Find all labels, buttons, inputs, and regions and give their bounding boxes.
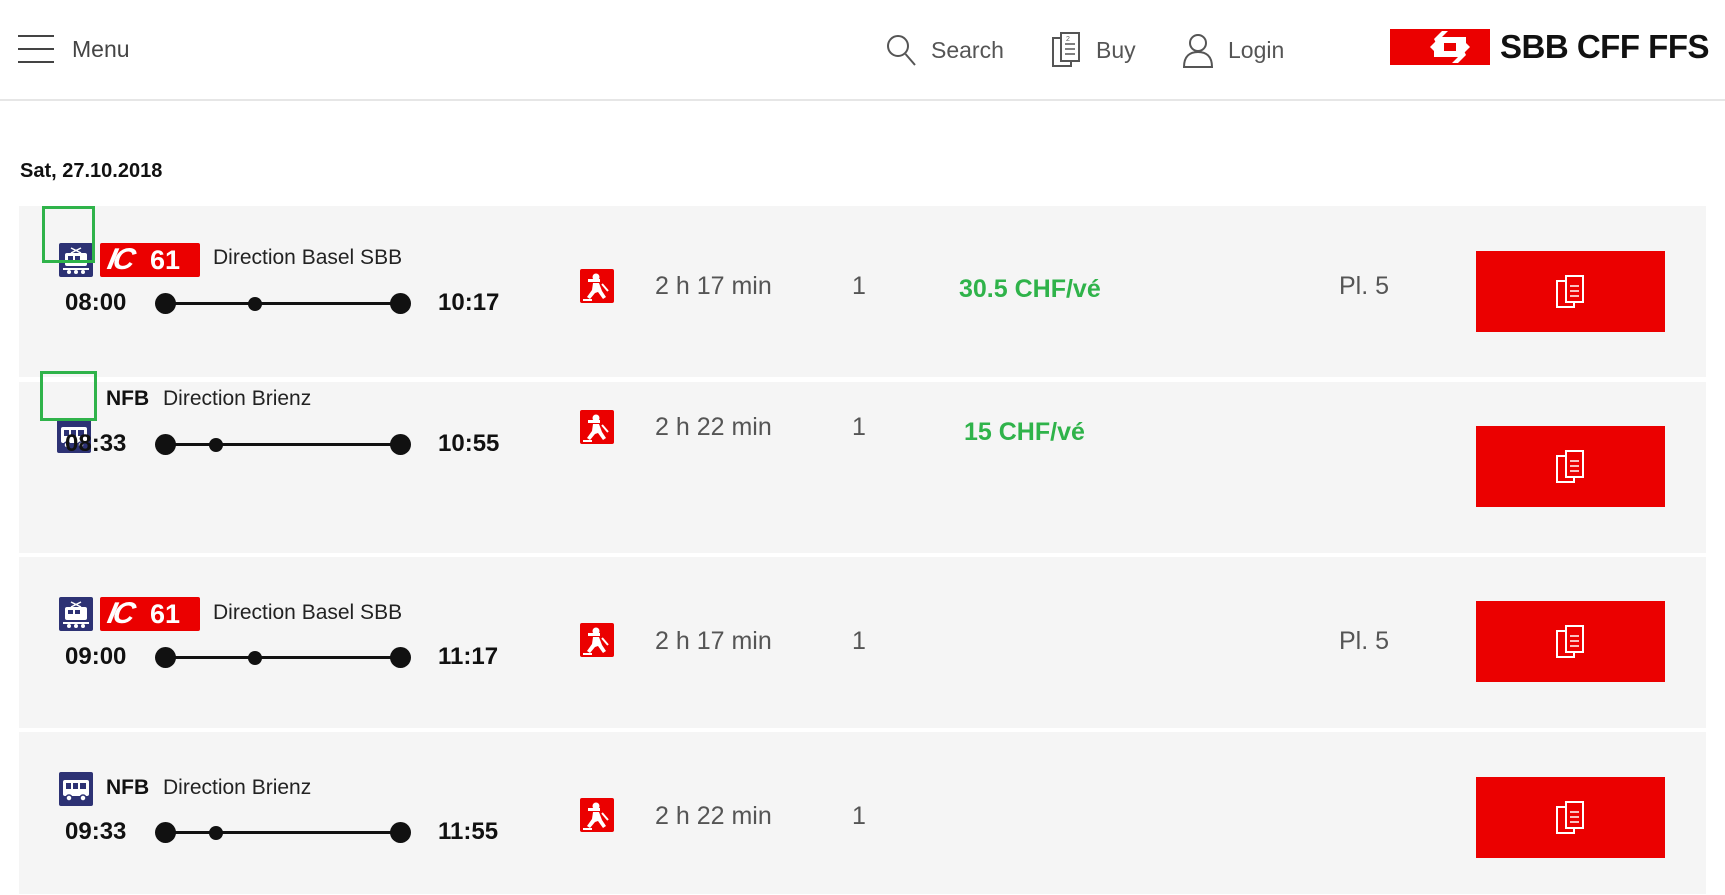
departure-time: 09:33 — [65, 818, 127, 845]
arrival-time: 10:55 — [438, 430, 500, 457]
line-badge-type: IC — [104, 243, 136, 276]
buy-ticket-button[interactable] — [1476, 601, 1665, 682]
price: 15 CHF/vé — [964, 418, 1085, 446]
journey-timeline — [155, 644, 411, 670]
connection-row[interactable]: IC 61 Direction Basel SBB 09:00 11:17 2 … — [19, 557, 1706, 728]
changes-count: 1 — [852, 627, 866, 655]
swiss-rail-logo-icon — [1390, 29, 1490, 65]
svg-text:2: 2 — [1066, 36, 1070, 43]
ticket-icon — [1555, 624, 1584, 658]
construction-works-icon[interactable] — [580, 623, 614, 657]
changes-count: 1 — [852, 413, 866, 441]
arrival-time: 11:17 — [438, 643, 499, 670]
price: 30.5 CHF/vé — [959, 275, 1101, 303]
changes-count: 1 — [852, 272, 866, 300]
departure-time: 09:00 — [65, 643, 127, 670]
line-name: NFB — [106, 776, 150, 799]
connection-row[interactable]: IC 61 Direction Basel SBB 08:00 10:17 2 … — [19, 206, 1706, 377]
duration: 2 h 17 min — [655, 627, 772, 655]
search-link[interactable]: Search — [885, 30, 1004, 70]
menu-label: Menu — [72, 35, 130, 62]
line-name: NFB — [106, 387, 150, 410]
sbb-logo[interactable]: SBB CFF FFS — [1390, 28, 1709, 65]
user-icon — [1182, 34, 1214, 68]
buy-ticket-button[interactable] — [1476, 777, 1665, 858]
ticket-icon: 2 — [1052, 32, 1080, 67]
direction: Direction Basel SBB — [213, 601, 403, 624]
arrival-time: 10:17 — [438, 289, 500, 316]
journey-timeline — [155, 431, 411, 457]
buy-ticket-button[interactable] — [1476, 251, 1665, 332]
login-label: Login — [1228, 36, 1285, 63]
line-badge: IC 61 — [100, 597, 200, 631]
departure-time: 08:33 — [65, 430, 127, 457]
search-label: Search — [931, 36, 1004, 63]
search-icon — [887, 35, 916, 66]
arrival-time: 11:55 — [438, 818, 499, 845]
buy-ticket-button[interactable] — [1476, 426, 1665, 507]
highlight-box — [42, 206, 95, 263]
connection-row[interactable]: NFB Direction Brienz 09:33 11:55 2 h 22 … — [19, 732, 1706, 894]
duration: 2 h 17 min — [655, 272, 772, 300]
buy-link[interactable]: 2 Buy — [1052, 30, 1136, 70]
platform: Pl. 5 — [1339, 627, 1390, 655]
ticket-icon — [1555, 449, 1584, 483]
departure-time: 08:00 — [65, 289, 127, 316]
line-badge-number: 61 — [150, 244, 181, 275]
construction-works-icon[interactable] — [580, 269, 614, 303]
direction: Direction Brienz — [163, 387, 312, 410]
construction-works-icon[interactable] — [580, 410, 614, 444]
line-badge: IC 61 — [100, 243, 200, 277]
travel-date: Sat, 27.10.2018 — [20, 160, 163, 182]
menu-button[interactable]: Menu — [18, 32, 130, 66]
line-badge-type: IC — [104, 597, 136, 630]
logo-text: SBB CFF FFS — [1500, 28, 1709, 65]
train-icon — [59, 597, 93, 631]
highlight-box — [40, 371, 97, 421]
top-header: Menu Search 2 Buy Login SBB CFF FFS — [0, 0, 1725, 101]
duration: 2 h 22 min — [655, 802, 772, 830]
bus-icon — [59, 772, 93, 806]
line-badge-number: 61 — [150, 598, 181, 629]
direction: Direction Brienz — [163, 776, 312, 799]
hamburger-icon — [18, 34, 54, 64]
buy-label: Buy — [1096, 36, 1136, 63]
login-link[interactable]: Login — [1182, 30, 1284, 70]
ticket-icon — [1555, 274, 1584, 308]
ticket-icon — [1555, 800, 1584, 834]
journey-timeline — [155, 819, 411, 845]
duration: 2 h 22 min — [655, 413, 772, 441]
direction: Direction Basel SBB — [213, 246, 403, 269]
platform: Pl. 5 — [1339, 272, 1390, 300]
construction-works-icon[interactable] — [580, 798, 614, 832]
connection-row[interactable]: NFB Direction Brienz 08:33 10:55 2 h 22 … — [19, 371, 1706, 553]
changes-count: 1 — [852, 802, 866, 830]
journey-timeline — [155, 290, 411, 316]
